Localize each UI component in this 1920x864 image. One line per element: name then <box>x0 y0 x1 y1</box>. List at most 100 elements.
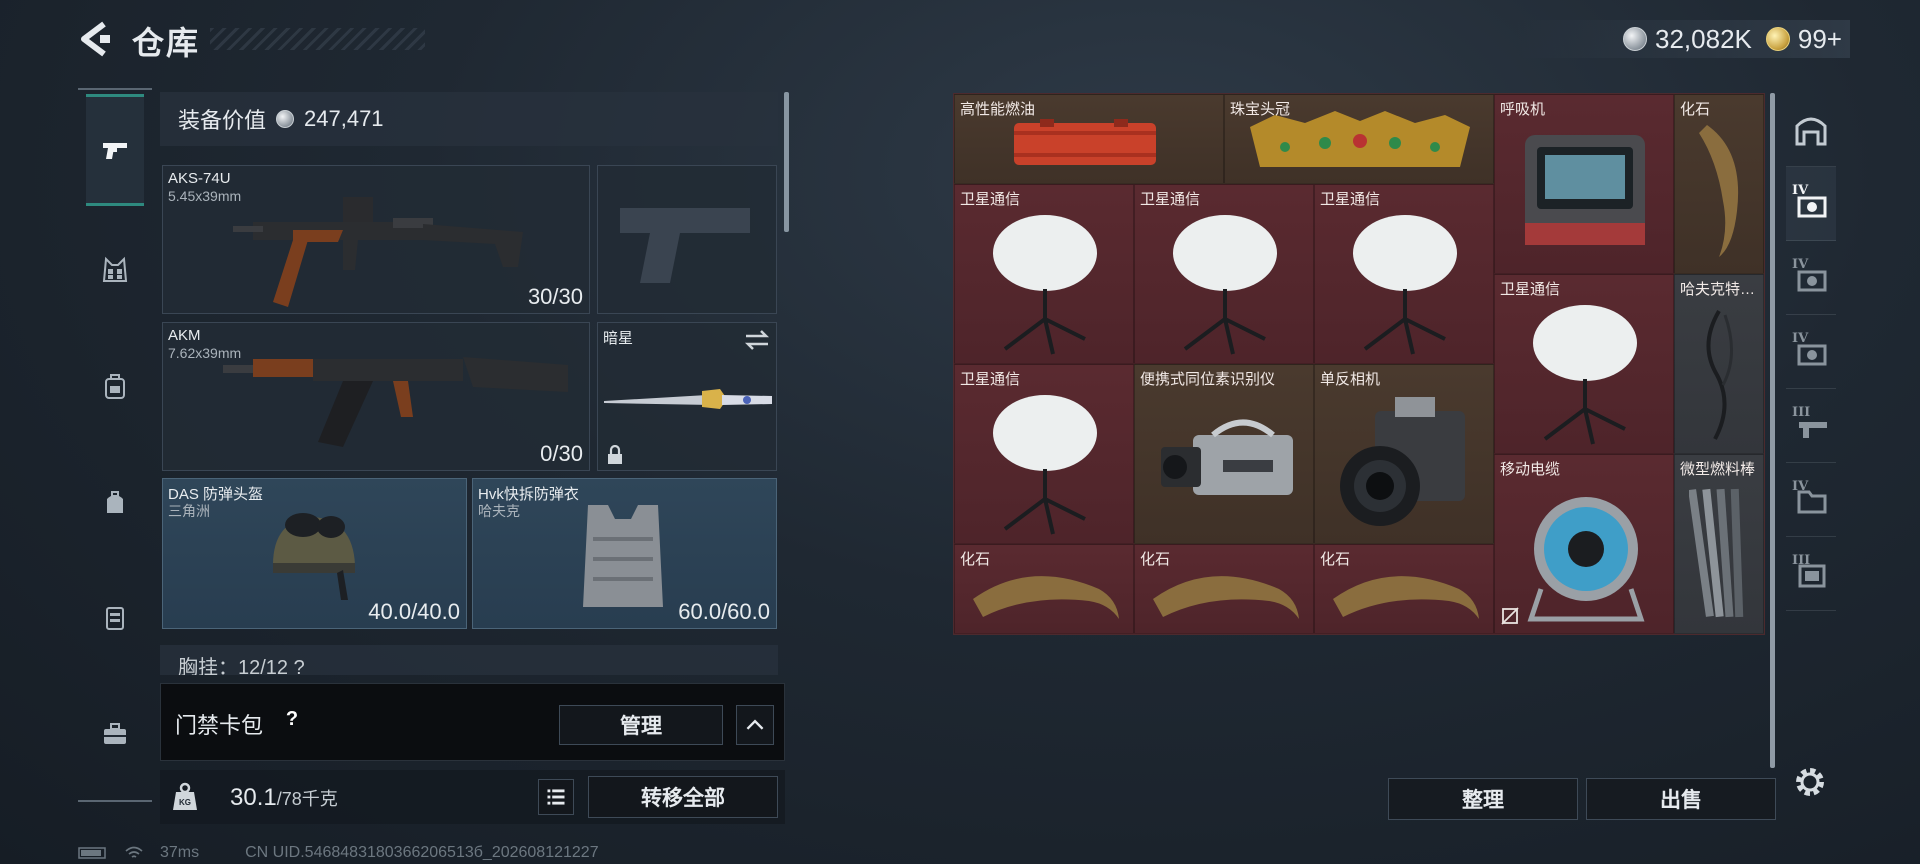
nav-top-rule <box>78 88 152 90</box>
stash-page-6[interactable]: III <box>1786 537 1836 611</box>
nav-chest-rig[interactable] <box>86 240 144 300</box>
help-icon[interactable]: ? <box>279 708 305 734</box>
equip-value-label: 装备价值 <box>178 108 267 133</box>
silver-coin-icon <box>1623 27 1648 51</box>
secondary-weapon-ammo: 0/30 <box>540 441 583 466</box>
fossil-claw-image <box>1153 576 1299 619</box>
helmet-slot[interactable]: DAS 防弹头盔 三角洲 40.0/40.0 <box>162 478 467 629</box>
stash-page-4[interactable]: III <box>1786 389 1836 463</box>
pistol-icon <box>103 143 127 159</box>
sell-button[interactable]: 出售 <box>1586 778 1776 820</box>
transfer-all-button[interactable]: 转移全部 <box>588 776 778 818</box>
stash-item-fossil[interactable]: 化石 <box>1314 544 1494 634</box>
gold-coin-icon <box>1765 27 1790 51</box>
fuel-case-image <box>1014 119 1156 165</box>
fossil-claw-image <box>1333 576 1479 619</box>
satellite-dish-image <box>1173 215 1277 355</box>
satellite-dish-image <box>993 395 1097 535</box>
satellite-dish-image <box>1353 215 1457 355</box>
manage-button[interactable]: 管理 <box>559 705 723 745</box>
sidearm-slot[interactable] <box>597 165 777 314</box>
nav-locker[interactable] <box>86 588 144 648</box>
stash-item-satellite[interactable]: 卫星通信 <box>954 364 1134 544</box>
stash-item-satellite[interactable]: 卫星通信 <box>1494 274 1674 454</box>
tier-label: III <box>1792 553 1811 568</box>
nav-weapons[interactable] <box>86 94 144 206</box>
tier-label: IV <box>1792 479 1809 494</box>
nav-bag[interactable] <box>86 472 144 532</box>
item-label: 卫星通信 <box>960 191 1021 208</box>
sort-button[interactable]: 整理 <box>1388 778 1578 820</box>
item-label: 移动电缆 <box>1500 461 1561 478</box>
tier-label: IV <box>1792 331 1809 346</box>
stash-item-fuel[interactable]: 高性能燃油 <box>954 94 1224 184</box>
gold-currency[interactable]: 99+ <box>1765 24 1842 55</box>
fuel-rods-image <box>1689 488 1744 618</box>
status-footer: 37ms CN UID.5468483180366206513б_2026081… <box>78 844 599 862</box>
primary-weapon-name: AKS-74U <box>168 170 231 187</box>
stash-item-fossil[interactable]: 化石 <box>1134 544 1314 634</box>
armor-slot[interactable]: Hvk快拆防弹衣 哈夫克 60.0/60.0 <box>472 478 777 629</box>
swap-icon[interactable] <box>744 329 770 351</box>
stash-page-nav: IV IV IV III IV III <box>1782 93 1838 743</box>
melee-name: 暗星 <box>603 330 634 347</box>
fossil-claw-image <box>1699 125 1739 257</box>
secondary-weapon-slot[interactable]: AKM 7.62x39mm 0/30 <box>162 322 590 471</box>
weight-max: /78千克 <box>276 789 338 809</box>
silver-currency[interactable]: 32,082K <box>1623 24 1752 55</box>
weight-readout: 30.1/78千克 <box>230 784 338 812</box>
pistol-silhouette-icon <box>620 208 750 283</box>
stash-item-mobile-cable[interactable]: 移动电缆 <box>1494 454 1674 634</box>
chest-rig-capacity: 胸挂：12/12 ? <box>178 657 305 675</box>
loadout-scrollbar[interactable] <box>784 92 789 232</box>
melee-slot[interactable]: 暗星 <box>597 322 777 471</box>
satellite-dish-image <box>1533 305 1637 445</box>
item-label: 珠宝头冠 <box>1230 101 1291 118</box>
item-label: 化石 <box>1140 551 1171 568</box>
stash-item-ventilator[interactable]: 呼吸机 <box>1494 94 1674 274</box>
stash-item-fuel-rods[interactable]: 微型燃料棒 <box>1674 454 1764 634</box>
ping-text: 37ms <box>160 844 200 861</box>
secondary-weapon-caliber: 7.62x39mm <box>168 345 242 361</box>
stash-scrollbar[interactable] <box>1770 93 1775 768</box>
ventilator-image <box>1525 135 1645 245</box>
gear-icon[interactable] <box>1790 762 1830 802</box>
uid-text: CN UID.5468483180366206513б_202608121227 <box>245 844 599 861</box>
stash-item-satellite[interactable]: 卫星通信 <box>1314 184 1494 364</box>
nav-case[interactable] <box>86 704 144 764</box>
helmet-image <box>273 513 355 600</box>
stash-item-fossil[interactable]: 化石 <box>1674 94 1764 274</box>
stash-item-dslr-camera[interactable]: 单反相机 <box>1314 364 1494 544</box>
stash-page-5[interactable]: IV <box>1786 463 1836 537</box>
stash-page-1[interactable]: IV <box>1786 167 1836 241</box>
stash-item-fossil[interactable]: 化石 <box>954 544 1134 634</box>
primary-weapon-slot[interactable]: AKS-74U 5.45x39mm 30/30 <box>162 165 590 314</box>
item-label: 便携式同位素识别仪 <box>1140 371 1276 388</box>
nav-backpack[interactable] <box>86 356 144 416</box>
stash-item-hvk-special[interactable]: 哈夫克特… <box>1674 274 1764 454</box>
item-label: 哈夫克特… <box>1680 281 1756 298</box>
armor-durability: 60.0/60.0 <box>678 599 770 624</box>
stash-page-3[interactable]: IV <box>1786 315 1836 389</box>
stash-item-satellite[interactable]: 卫星通信 <box>954 184 1134 364</box>
chevron-up-icon[interactable] <box>736 705 774 745</box>
stash-item-crown[interactable]: 珠宝头冠 <box>1224 94 1494 184</box>
stash-page-2[interactable]: IV <box>1786 241 1836 315</box>
tier-label: IV <box>1792 183 1809 198</box>
back-arrow-icon[interactable] <box>78 20 112 58</box>
item-label: 微型燃料棒 <box>1680 461 1756 478</box>
item-label: 卫星通信 <box>1140 191 1201 208</box>
chest-rig-row[interactable]: 胸挂：12/12 ? <box>160 645 778 675</box>
safehouse-icon <box>1795 117 1827 145</box>
satellite-dish-image <box>993 215 1097 355</box>
no-insure-icon <box>1501 607 1519 625</box>
stash-item-satellite[interactable]: 卫星通信 <box>1134 184 1314 364</box>
list-icon[interactable] <box>538 779 574 815</box>
dslr-camera-image <box>1340 397 1465 526</box>
stash-item-isotope-identifier[interactable]: 便携式同位素识别仪 <box>1134 364 1314 544</box>
weight-bar: KG 30.1/78千克 转移全部 <box>160 770 785 824</box>
equip-value-amount: 247,471 <box>304 106 384 131</box>
isotope-identifier-image <box>1161 419 1293 495</box>
stash-page-home[interactable] <box>1786 93 1836 167</box>
loadout-panel: 装备价值 247,471 AKS-74U 5.45x39mm 30/30 AKM… <box>160 92 790 677</box>
